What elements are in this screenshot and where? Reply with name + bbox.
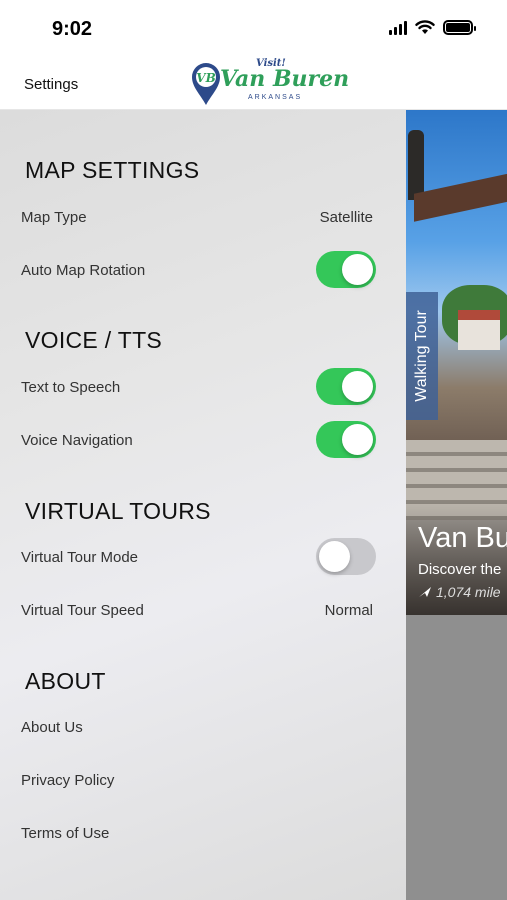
photo-lamp-post	[408, 130, 424, 200]
map-settings-heading: MAP SETTINGS	[25, 157, 200, 183]
logo-initials: VB	[196, 71, 215, 85]
toggle-knob	[342, 371, 373, 402]
tour-card-subtitle: Discover the	[418, 561, 502, 578]
auto-map-rotation-toggle[interactable]	[316, 251, 376, 288]
logo-name-text: Van Buren	[220, 66, 350, 92]
auto-map-rotation-label: Auto Map Rotation	[21, 262, 146, 279]
status-time: 9:02	[52, 18, 93, 40]
voice-tts-heading: VOICE / TTS	[25, 327, 163, 353]
logo-state-text: ARKANSAS	[248, 94, 303, 101]
about-us-link[interactable]: About Us	[21, 719, 83, 736]
text-to-speech-label: Text to Speech	[21, 379, 121, 396]
voice-navigation-toggle[interactable]	[316, 421, 376, 458]
cellular-signal-icon	[389, 20, 407, 35]
about-heading: ABOUT	[25, 668, 106, 694]
toggle-knob	[342, 424, 373, 455]
tour-card-distance: 1,074 mile	[418, 584, 501, 600]
map-pin-logo-icon: VB	[192, 63, 220, 105]
status-icons	[389, 20, 476, 35]
virtual-tour-mode-toggle[interactable]	[316, 538, 376, 575]
privacy-policy-link[interactable]: Privacy Policy	[21, 772, 114, 789]
virtual-tour-speed-label[interactable]: Virtual Tour Speed	[21, 602, 144, 619]
status-bar: 9:02	[0, 0, 507, 58]
photo-gazebo	[458, 310, 500, 350]
virtual-tour-speed-value[interactable]: Normal	[325, 602, 373, 619]
tour-card-photo[interactable]: Walking Tour Van Bu Discover the 1,074 m…	[406, 110, 507, 615]
tour-card-title: Van Bu	[418, 522, 507, 554]
settings-drawer: MAP SETTINGS Map Type Satellite Auto Map…	[0, 110, 406, 900]
walking-tour-tag-label: Walking Tour	[413, 310, 430, 402]
toggle-knob	[319, 541, 350, 572]
toggle-knob	[342, 254, 373, 285]
wifi-icon	[415, 20, 435, 34]
visit-van-buren-logo: VB Visit! Van Buren ARKANSAS	[190, 58, 349, 108]
map-type-label[interactable]: Map Type	[21, 209, 87, 226]
walking-tour-tag: Walking Tour	[406, 292, 438, 420]
voice-navigation-label: Voice Navigation	[21, 432, 133, 449]
virtual-tours-heading: VIRTUAL TOURS	[25, 498, 211, 524]
battery-icon	[443, 20, 476, 35]
photo-depot-roof	[414, 170, 507, 222]
navigation-arrow-icon	[419, 587, 431, 597]
tour-card-distance-text: 1,074 mile	[436, 584, 501, 600]
virtual-tour-mode-label: Virtual Tour Mode	[21, 549, 139, 566]
header-settings-title: Settings	[24, 76, 79, 93]
app-header: Settings VB Visit! Van Buren ARKANSAS	[0, 58, 507, 110]
text-to-speech-toggle[interactable]	[316, 368, 376, 405]
terms-of-use-link[interactable]: Terms of Use	[21, 825, 109, 842]
map-type-value[interactable]: Satellite	[320, 209, 373, 226]
background-content-panel[interactable]: Walking Tour Van Bu Discover the 1,074 m…	[406, 110, 507, 900]
